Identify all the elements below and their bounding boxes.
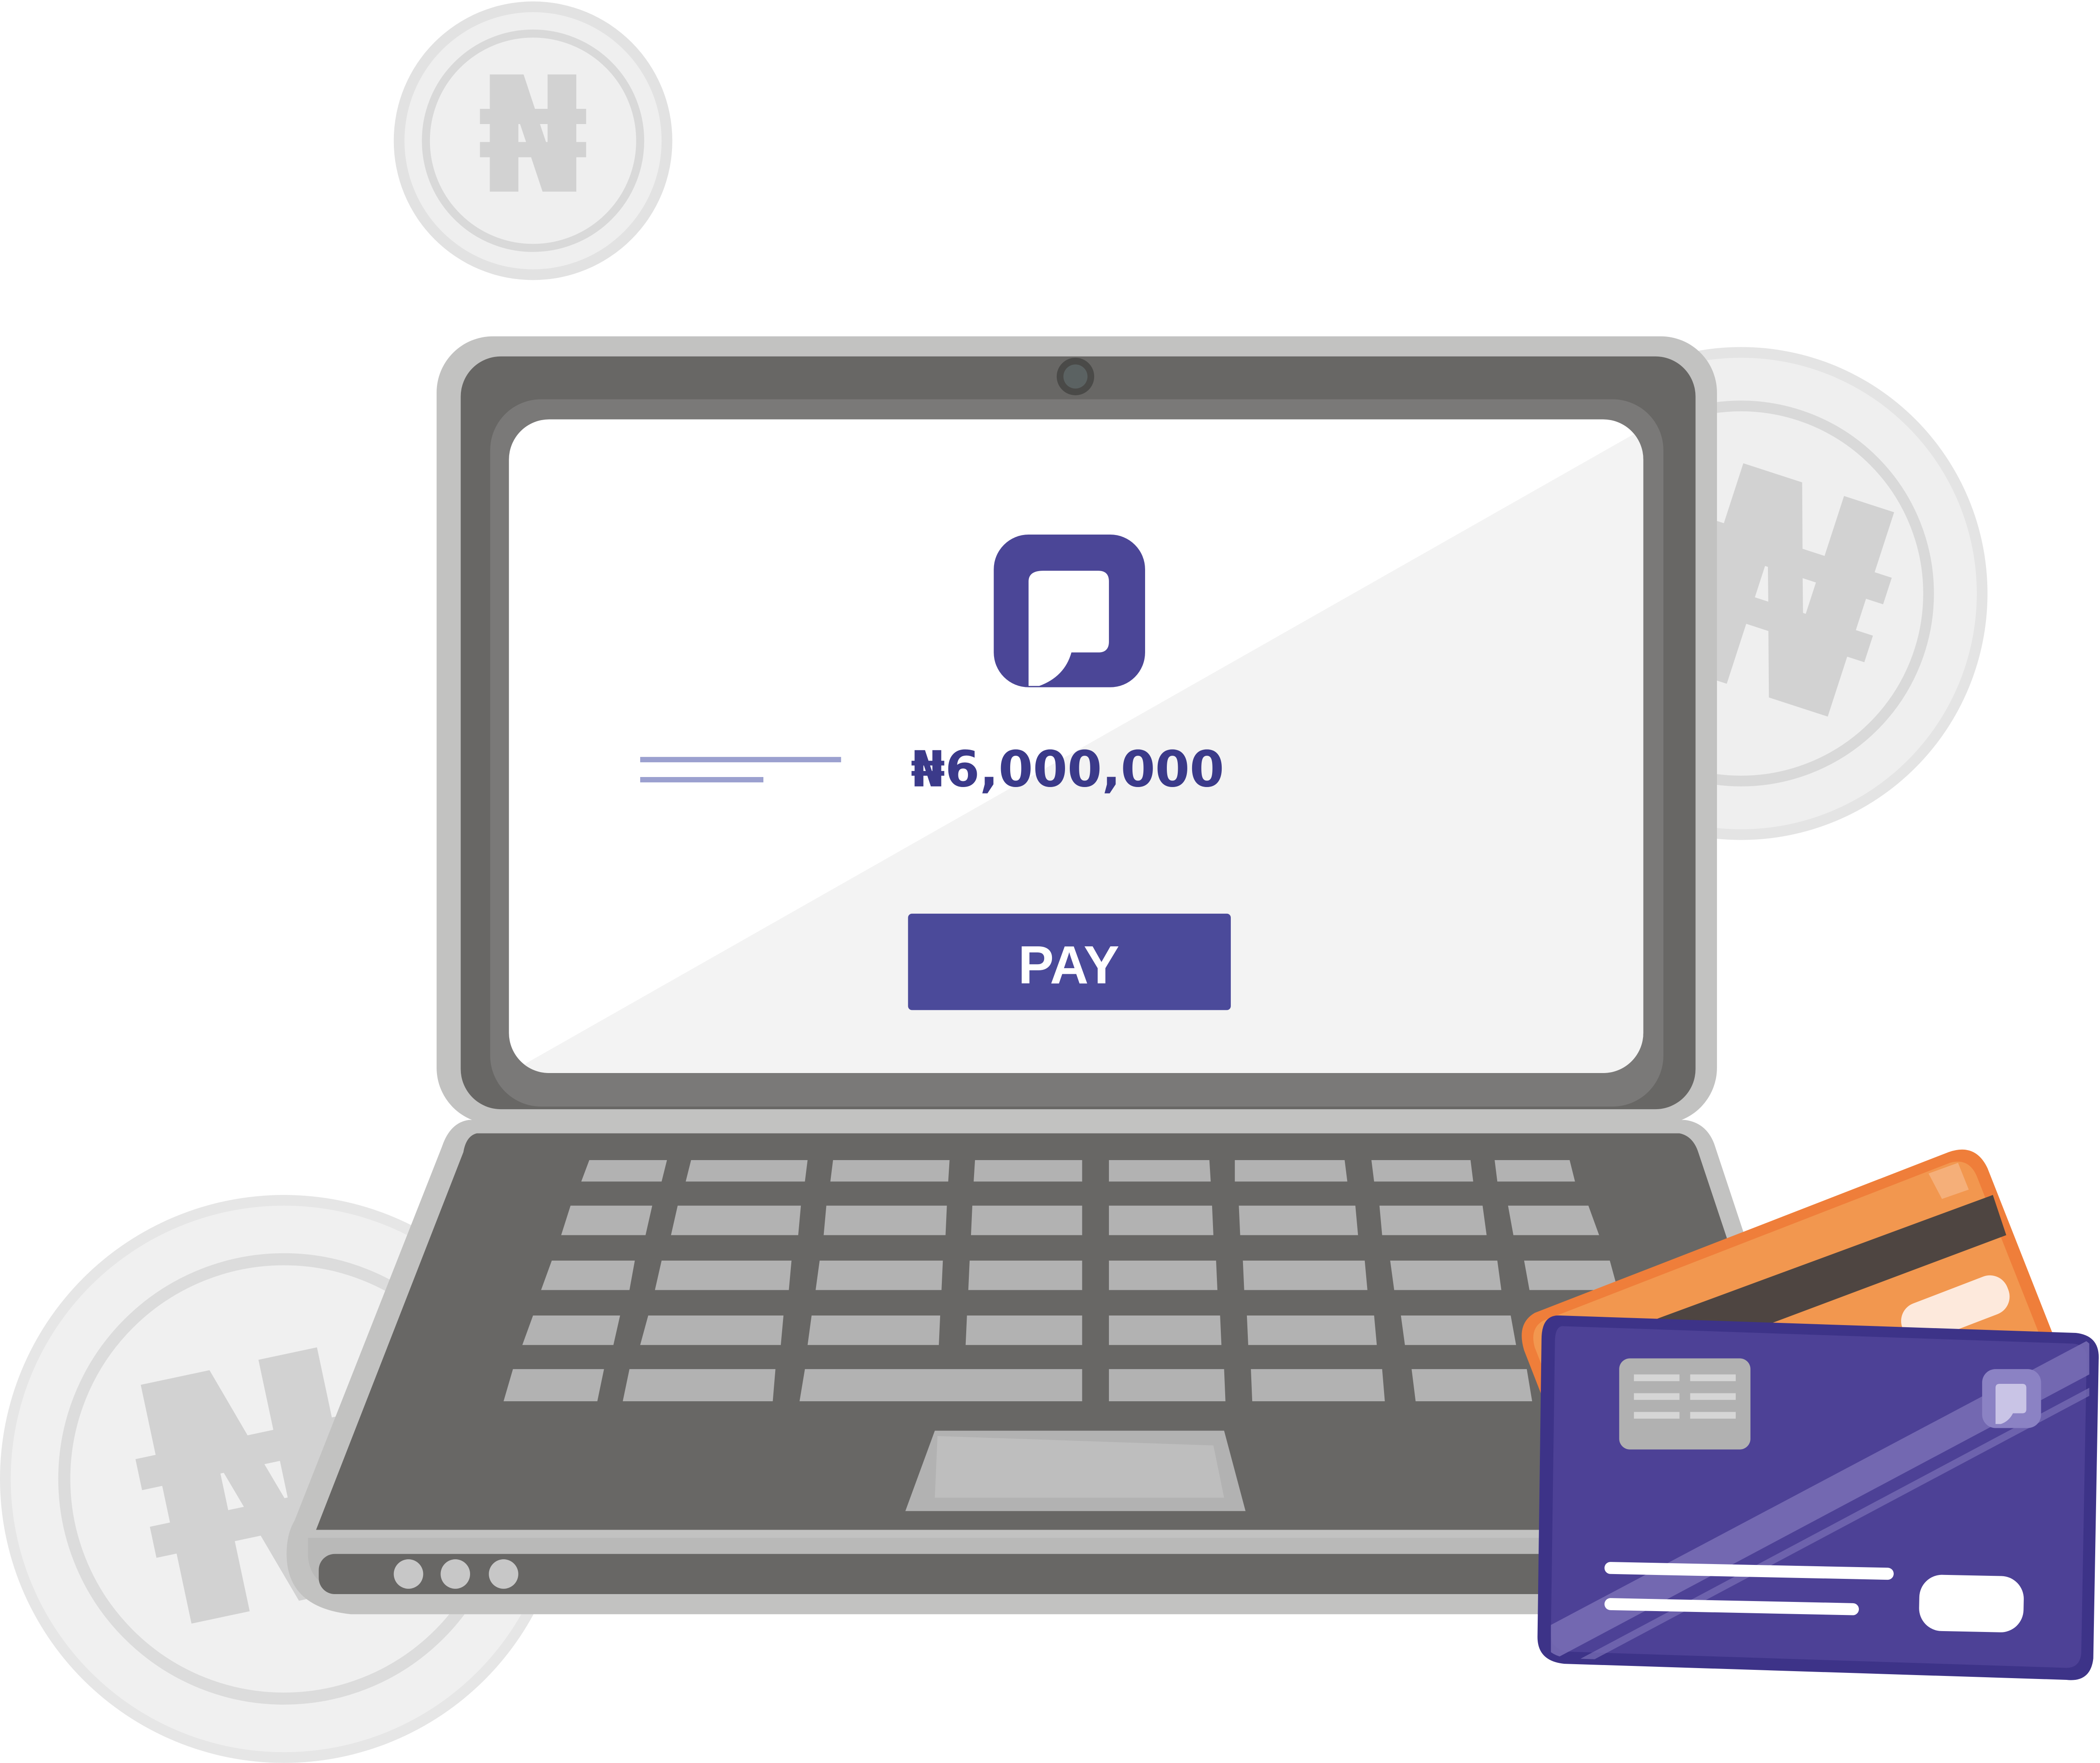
key bbox=[1243, 1260, 1368, 1290]
key bbox=[1239, 1205, 1358, 1235]
key bbox=[1247, 1316, 1377, 1345]
key bbox=[581, 1160, 667, 1182]
key bbox=[522, 1316, 620, 1345]
naira-coin-top: ₦ bbox=[393, 1, 672, 280]
credit-card-purple bbox=[1537, 1315, 2099, 1680]
key bbox=[823, 1205, 947, 1235]
key bbox=[800, 1369, 1082, 1401]
indicator-light bbox=[489, 1559, 518, 1589]
pay-button-label: PAY bbox=[1018, 935, 1119, 995]
naira-symbol: ₦ bbox=[477, 43, 589, 230]
key bbox=[1235, 1160, 1347, 1182]
indicator-light bbox=[393, 1559, 423, 1589]
key bbox=[504, 1369, 604, 1401]
key bbox=[1508, 1205, 1599, 1235]
payment-amount: ₦6,000,000 bbox=[911, 740, 1224, 798]
brand-logo-icon bbox=[994, 535, 1145, 687]
key bbox=[1109, 1205, 1213, 1235]
key bbox=[1401, 1316, 1516, 1345]
key bbox=[815, 1260, 943, 1290]
key bbox=[1390, 1260, 1502, 1290]
key bbox=[974, 1160, 1082, 1182]
payment-illustration: ₦ ₦ ₦ ₦6,000,000 PAY bbox=[0, 1, 2099, 1763]
pay-button[interactable]: PAY bbox=[908, 913, 1231, 1010]
key bbox=[622, 1369, 776, 1401]
key bbox=[1495, 1160, 1575, 1182]
touchpad bbox=[905, 1430, 1246, 1511]
card-logo-icon bbox=[1982, 1369, 2041, 1428]
key bbox=[561, 1205, 652, 1235]
key bbox=[1109, 1369, 1226, 1401]
key bbox=[1109, 1260, 1218, 1290]
key bbox=[685, 1160, 808, 1182]
indicator-light bbox=[440, 1559, 470, 1589]
key bbox=[830, 1160, 950, 1182]
key bbox=[1371, 1160, 1473, 1182]
key bbox=[965, 1316, 1082, 1345]
key bbox=[1109, 1160, 1211, 1182]
key bbox=[1411, 1369, 1532, 1401]
key bbox=[1251, 1369, 1385, 1401]
key bbox=[971, 1205, 1082, 1235]
key bbox=[640, 1316, 784, 1345]
key bbox=[807, 1316, 941, 1345]
key bbox=[671, 1205, 801, 1235]
key bbox=[1109, 1316, 1222, 1345]
key bbox=[655, 1260, 792, 1290]
key bbox=[541, 1260, 635, 1290]
key bbox=[968, 1260, 1082, 1290]
key bbox=[1379, 1205, 1487, 1235]
key bbox=[1524, 1260, 1618, 1290]
card-chip bbox=[1619, 1358, 1751, 1450]
